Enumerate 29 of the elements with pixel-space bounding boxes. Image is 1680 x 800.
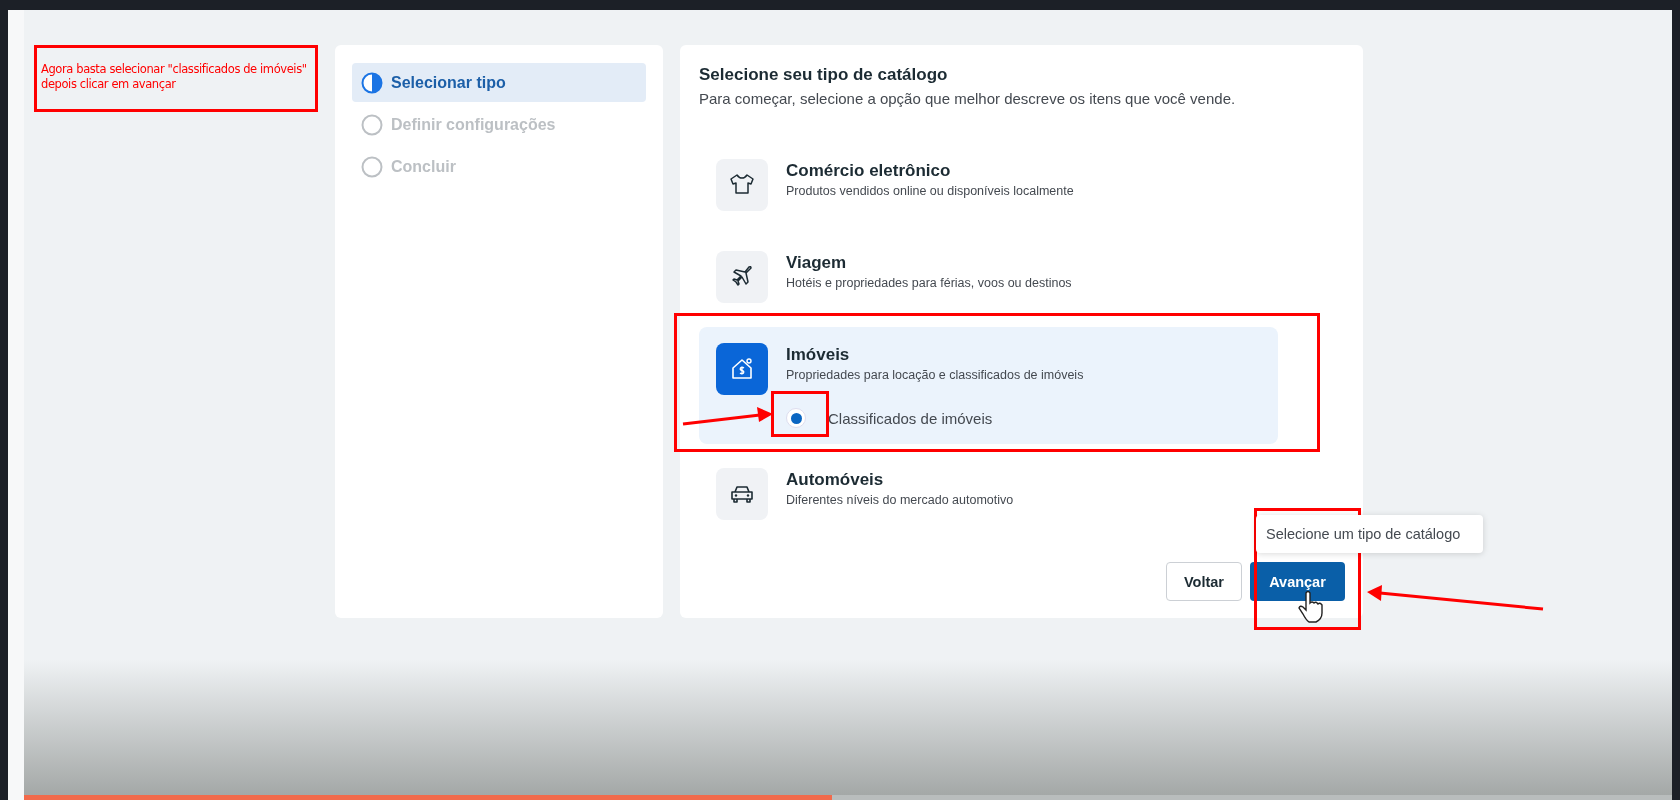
- option-description: Propriedades para locação e classificados de imóveis: [786, 368, 1084, 382]
- radio-button[interactable]: [786, 408, 806, 428]
- card-subtitle: Para começar, selecione a opção que melhor descreve os itens que você vende.: [699, 90, 1237, 107]
- circle-icon: [361, 113, 383, 136]
- radio-label: Classificados de imóveis: [828, 409, 993, 427]
- airplane-tile-icon: [716, 251, 768, 303]
- catalog-option[interactable]: Viagem Hotéis e propriedades para férias, voos ou destinos: [699, 235, 1089, 319]
- car-tile-icon: [716, 468, 768, 520]
- half-circle-icon: [361, 71, 383, 94]
- step-item[interactable]: Selecionar tipo: [352, 63, 646, 102]
- option-title: Imóveis: [786, 345, 851, 365]
- option-title: Comércio eletrônico: [786, 161, 952, 181]
- option-title: Viagem: [786, 253, 848, 273]
- back-button[interactable]: Voltar: [1165, 562, 1242, 601]
- option-description: Diferentes níveis do mercado automotivo: [786, 493, 1014, 507]
- next-button[interactable]: Avançar: [1250, 562, 1345, 601]
- circle-icon: [361, 155, 383, 178]
- annotation-text: Agora basta selecionar "classificados de imóveis": [41, 62, 308, 77]
- card-title: Selecione seu tipo de catálogo: [699, 65, 949, 85]
- option-title: Automóveis: [786, 470, 885, 490]
- option-description: Hotéis e propriedades para férias, voos ou destinos: [786, 276, 1072, 290]
- option-description: Produtos vendidos online ou disponíveis localmente: [786, 184, 1074, 198]
- catalog-option[interactable]: Imóveis Propriedades para locação e classificados de imóveis Classificados de imóveis: [699, 327, 1278, 444]
- tooltip: Selecione um tipo de catálogo: [1256, 515, 1483, 553]
- catalog-option[interactable]: Automóveis Diferentes níveis do mercado automotivo: [699, 452, 1031, 536]
- shirt-tile-icon: [716, 159, 768, 211]
- annotation-text: depois clicar em avançar: [41, 77, 177, 92]
- house-tile-icon: [716, 343, 768, 395]
- catalog-option[interactable]: Comércio eletrônico Produtos vendidos online ou disponíveis localmente: [699, 143, 1091, 227]
